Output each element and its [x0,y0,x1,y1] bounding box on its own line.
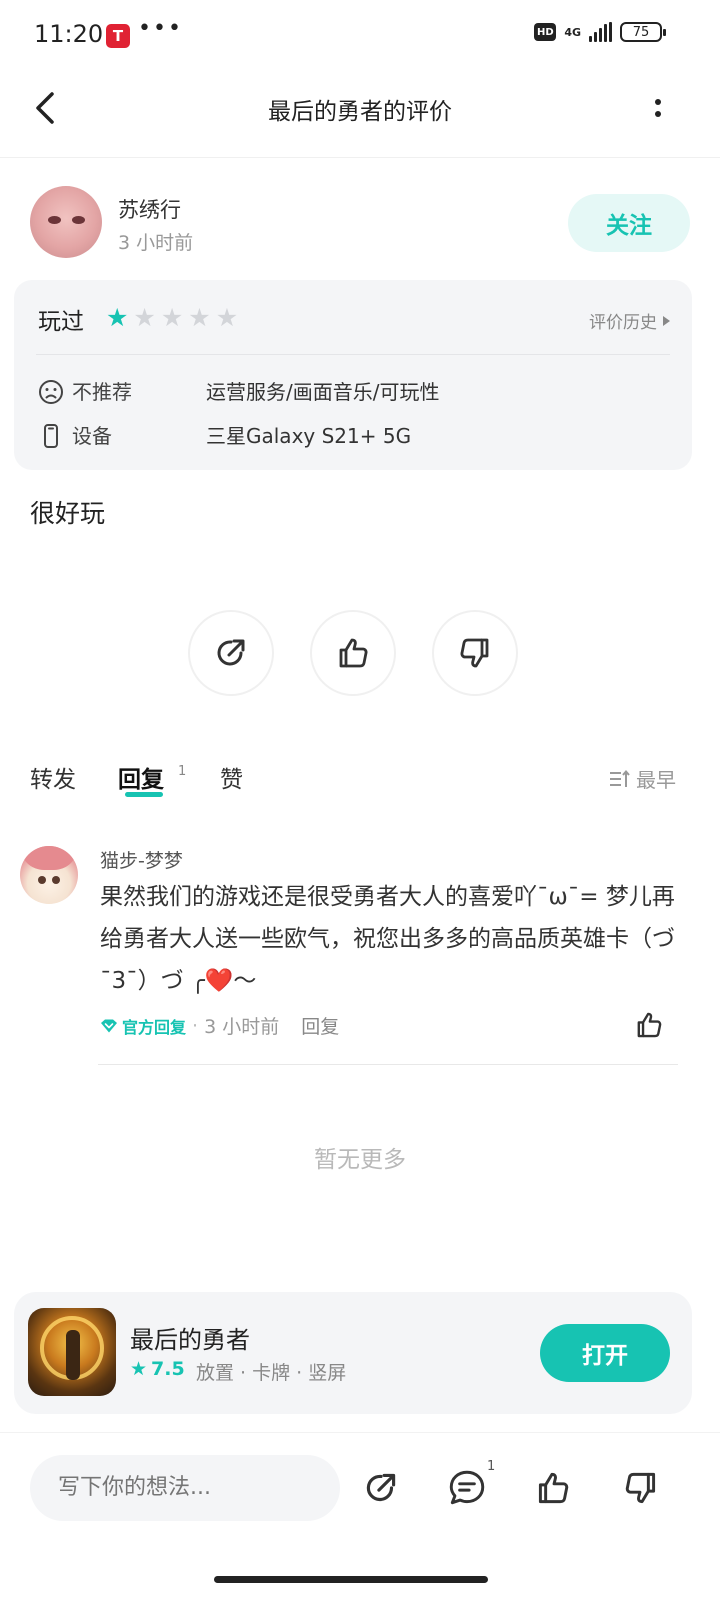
star-rating: ★ ★ ★ ★ ★ [106,304,238,332]
recommend-row: 不推荐 运营服务/画面音乐/可玩性 [36,376,676,408]
recommend-value: 运营服务/画面音乐/可玩性 [206,380,440,404]
thumbs-down-icon [460,638,489,668]
page-title: 最后的勇者的评价 [268,99,452,125]
comment-input[interactable] [30,1455,340,1521]
like-button[interactable] [310,610,396,696]
diamond-check-icon [101,1019,117,1032]
commenter-name[interactable]: 猫步-梦梦 [100,846,183,873]
commenter-avatar[interactable] [20,846,78,904]
reply-count: 1 [178,764,187,779]
more-notifications-icon: ••• [138,16,183,41]
device-row: 设备 三星Galaxy S21+ 5G [36,420,676,452]
author-avatar[interactable] [30,186,102,258]
battery-icon: 75 [620,22,666,42]
game-name: 最后的勇者 [130,1326,250,1354]
star-icon: ★ [160,303,184,332]
review-time: 3 小时前 [118,232,194,254]
played-label: 玩过 [38,309,84,335]
thumbs-up-icon [637,1012,662,1038]
sort-icon [610,769,630,787]
game-score: ★ 7.5 [130,1358,185,1380]
dislike-button[interactable] [432,610,518,696]
divider [36,354,670,355]
review-history-label: 评价历史 [589,313,657,333]
tab-like[interactable]: 赞 [220,760,243,794]
review-author: 苏绣行 3 小时前 关注 [30,186,690,260]
review-history-link[interactable]: 评价历史 [589,308,670,333]
bottom-action-bar: 1 [0,1432,720,1542]
comment-text: 果然我们的游戏还是很受勇者大人的喜爱吖ˉωˉ= 梦儿再给勇者大人送一些欧气，祝您… [100,884,675,994]
phone-icon [44,424,58,448]
share-icon[interactable] [360,1467,402,1509]
status-bar: 11:20 T ••• HD 4G 75 [0,0,720,70]
official-reply-label: 官方回复 [122,1017,187,1037]
game-tags: 放置 · 卡牌 · 竖屏 [196,1362,347,1384]
divider [98,1064,678,1065]
more-options-button[interactable] [646,90,670,126]
star-icon: ★ [133,303,156,332]
official-reply-badge: 官方回复 [100,1014,186,1038]
reply-button[interactable]: 回复 [301,1012,339,1039]
status-indicators: HD 4G 75 [534,22,666,42]
sort-label: 最早 [636,768,676,792]
active-tab-indicator [125,792,163,797]
thumbs-up-icon [339,638,368,668]
tab-reply[interactable]: 回复 [118,760,164,794]
nav-bar: 最后的勇者的评价 [0,70,720,158]
game-score-value: 7.5 [151,1358,185,1380]
comment-time: 3 小时前 [204,1016,280,1038]
comment-icon[interactable] [446,1467,488,1509]
game-card[interactable]: 最后的勇者 ★ 7.5 放置 · 卡牌 · 竖屏 打开 [14,1292,692,1414]
comment-tabs: 转发 回复 1 赞 最早 [0,756,720,802]
star-icon: ★ [188,303,211,332]
share-icon [217,639,245,666]
recommend-label: 不推荐 [72,380,132,404]
follow-button[interactable]: 关注 [568,194,690,252]
comment-count: 1 [487,1459,496,1474]
hd-icon: HD [534,23,557,41]
star-icon: ★ [130,1358,148,1380]
thumbs-down-icon[interactable] [620,1467,662,1509]
author-name[interactable]: 苏绣行 [118,194,181,224]
star-icon: ★ [215,303,239,332]
star-icon: ★ [106,303,129,332]
home-indicator[interactable] [214,1576,488,1583]
list-item: 猫步-梦梦 果然我们的游戏还是很受勇者大人的喜爱吖ˉωˉ= 梦儿再给勇者大人送一… [20,840,700,1070]
thumbs-up-icon[interactable] [532,1467,574,1509]
rating-card: 玩过 ★ ★ ★ ★ ★ 评价历史 不推荐 运营服务/画面音乐/可玩性 设备 三… [14,280,692,470]
sort-button[interactable]: 最早 [608,764,676,793]
separator-dot: · [192,1014,199,1037]
network-type: 4G [564,25,581,39]
review-actions [0,610,720,698]
triangle-right-icon [663,315,670,326]
review-text: 很好玩 [30,499,106,528]
no-more-text: 暂无更多 [314,1147,406,1173]
game-icon[interactable] [28,1308,116,1396]
sad-face-icon [39,380,63,404]
device-value: 三星Galaxy S21+ 5G [206,424,412,448]
tesla-app-icon: T [106,24,130,48]
device-label: 设备 [72,424,112,448]
tab-repost[interactable]: 转发 [30,760,76,794]
signal-icon [589,22,612,42]
status-time: 11:20 [34,20,104,48]
open-game-button[interactable]: 打开 [540,1324,670,1382]
comment-meta: 官方回复 · 3 小时前 回复 [100,1012,339,1039]
share-button[interactable] [188,610,274,696]
comment-like-button[interactable] [632,1008,666,1042]
